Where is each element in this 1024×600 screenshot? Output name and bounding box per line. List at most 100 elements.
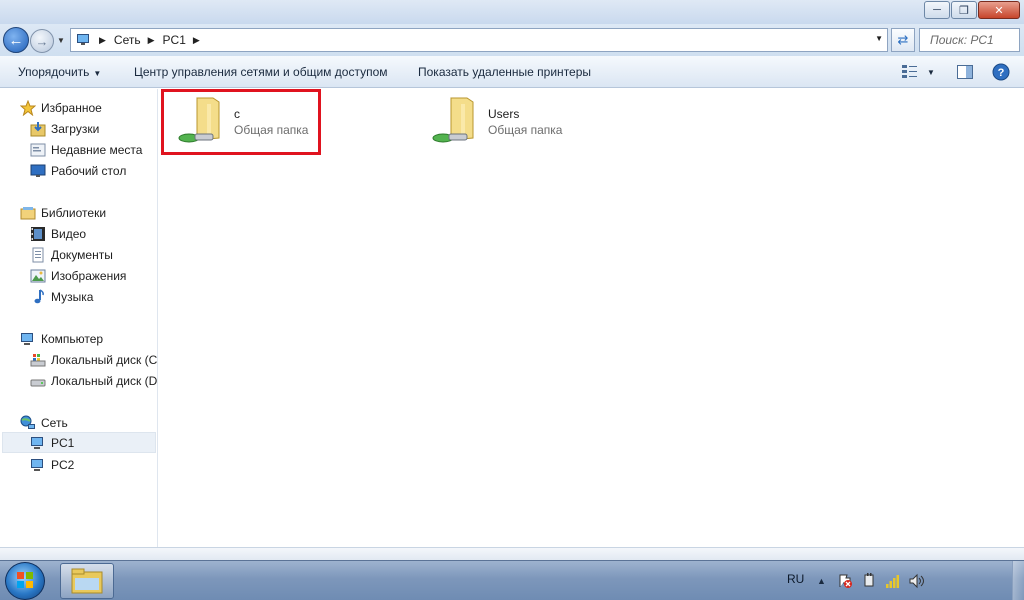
details-pane [0,547,1024,560]
sidebar-item-music[interactable]: Музыка [30,286,93,307]
sidebar-item-label: Музыка [51,289,94,304]
minimize-button[interactable]: ─ [924,1,950,19]
refresh-button[interactable]: ⇄ [891,28,915,52]
computer-icon [77,34,89,45]
back-button[interactable]: ← [3,27,29,53]
action-center-icon[interactable] [837,573,853,589]
language-indicator[interactable]: RU [787,572,804,586]
tray-expand-icon[interactable]: ▲ [817,576,826,586]
sidebar-item-pc2[interactable]: PC2 [30,454,74,475]
sidebar-item-label: Локальный диск (D [51,373,158,388]
music-icon [30,288,46,305]
video-icon [30,226,46,242]
disk-icon [30,373,46,389]
computer-icon [30,435,46,451]
arrow-right-icon: → [35,33,49,49]
restore-button[interactable]: ❐ [951,1,977,19]
command-bar: Упорядочить ▼ Центр управления сетями и о… [0,56,1024,88]
show-printers-button[interactable]: Показать удаленные принтеры [418,65,591,79]
sidebar-item-disk-d[interactable]: Локальный диск (D [30,370,157,391]
restore-icon: ❐ [959,4,969,17]
minimize-icon: ─ [933,4,941,16]
recent-places-icon [30,142,46,158]
breadcrumb-pc1[interactable]: PC1 [163,33,186,47]
sidebar-item-label: Локальный диск (C [51,352,158,367]
sidebar-item-label: Рабочий стол [51,163,127,178]
navigation-pane: Избранное Загрузки Недавние места Рабочи… [0,89,158,547]
chevron-down-icon: ▼ [93,69,102,78]
view-dropdown-icon[interactable]: ▼ [927,68,935,77]
svg-text:?: ? [998,67,1005,79]
view-options-icon[interactable] [902,65,918,79]
file-list: c Общая папка Users Общая папка [159,89,1024,547]
network-center-button[interactable]: Центр управления сетями и общим доступом [134,65,388,79]
images-icon [30,268,46,284]
sidebar-item-libraries[interactable]: Библиотеки [20,202,106,223]
chevron-right-icon[interactable]: ▶ [148,35,155,46]
sidebar-item-images[interactable]: Изображения [30,265,126,286]
sidebar-item-network[interactable]: Сеть [20,412,68,433]
chevron-right-icon[interactable]: ▶ [99,35,106,46]
computer-icon [30,457,46,473]
downloads-icon [30,121,46,137]
shared-folder-icon [432,97,474,143]
libraries-icon [20,205,36,221]
network-signal-icon[interactable] [885,573,901,589]
power-icon[interactable] [861,573,877,589]
breadcrumb: ▶ Сеть ▶ PC1 ▶ [92,33,208,47]
highlight-box [161,89,321,155]
arrow-left-icon: ← [8,31,24,49]
sidebar-item-disk-c[interactable]: Локальный диск (C [30,349,157,370]
sidebar-item-label: Библиотеки [41,205,107,220]
chevron-right-icon[interactable]: ▶ [193,35,200,46]
preview-pane-icon[interactable] [957,65,973,79]
refresh-icon: ⇄ [897,32,909,47]
search-input[interactable] [920,29,1019,51]
window-controls: ─ ❐ ✕ [923,1,1020,19]
help-icon[interactable]: ? [992,63,1010,81]
organize-label: Упорядочить [18,65,90,79]
sidebar-item-downloads[interactable]: Загрузки [30,118,99,139]
windows-logo-icon [17,572,33,588]
sidebar-item-label: Загрузки [51,121,100,136]
sidebar-item-favorites[interactable]: Избранное [20,97,102,118]
sidebar-item-label: Документы [51,247,113,262]
start-button[interactable] [5,562,45,600]
title-bar: ─ ❐ ✕ [0,0,1024,24]
sidebar-item-label: Недавние места [51,142,143,157]
share-item-users[interactable]: Users Общая папка [417,91,577,153]
taskbar: RU ▲ [0,560,1024,600]
share-type: Общая папка [488,123,563,137]
sidebar-item-video[interactable]: Видео [30,223,86,244]
network-icon [20,415,36,431]
sidebar-item-computer[interactable]: Компьютер [20,328,103,349]
forward-button[interactable]: → [30,29,54,53]
folder-icon [71,568,103,594]
sidebar-item-desktop[interactable]: Рабочий стол [30,160,126,181]
close-button[interactable]: ✕ [978,1,1020,19]
search-box[interactable] [919,28,1020,52]
volume-icon[interactable] [909,573,925,589]
close-icon: ✕ [994,4,1004,17]
address-bar[interactable]: ▶ Сеть ▶ PC1 ▶ ▼ [70,28,888,52]
documents-icon [30,247,46,263]
star-icon [20,99,36,116]
system-disk-icon [30,352,46,368]
sidebar-item-recent[interactable]: Недавние места [30,139,142,160]
sidebar-item-label: Избранное [41,100,102,115]
sidebar-item-pc1[interactable]: PC1 [2,432,156,453]
sidebar-item-label: PC1 [51,435,75,450]
organize-button[interactable]: Упорядочить ▼ [18,65,101,79]
address-history-dropdown[interactable]: ▼ [875,34,883,43]
breadcrumb-network[interactable]: Сеть [114,33,141,47]
sidebar-item-label: Сеть [41,415,68,430]
sidebar-item-label: Изображения [51,268,127,283]
show-desktop-button[interactable] [1012,561,1024,600]
taskbar-explorer-button[interactable] [60,563,114,599]
share-name: Users [488,107,520,121]
recent-pages-dropdown[interactable]: ▼ [57,36,65,45]
address-row: ← → ▼ ▶ Сеть ▶ PC1 ▶ ▼ ⇄ [0,24,1024,56]
sidebar-item-label: Видео [51,226,87,241]
sidebar-item-documents[interactable]: Документы [30,244,113,265]
sidebar-item-label: PC2 [51,457,75,472]
